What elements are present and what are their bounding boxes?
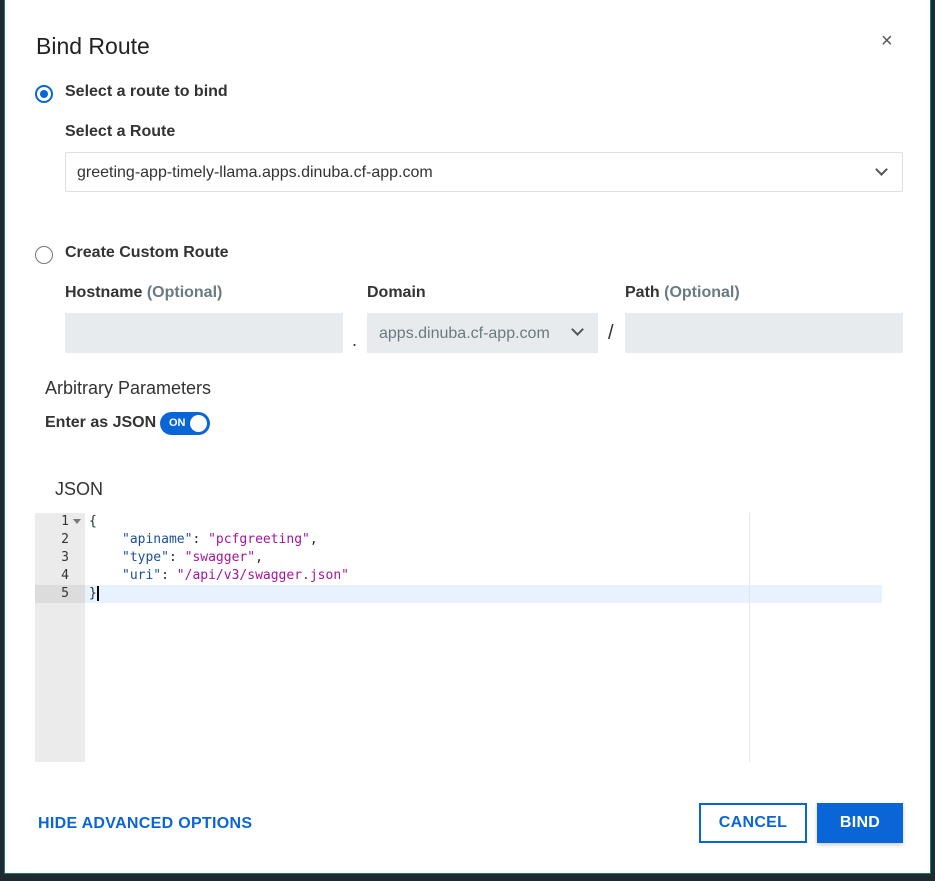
- domain-select[interactable]: apps.dinuba.cf-app.com: [367, 313, 598, 353]
- custom-route-radio[interactable]: [35, 246, 53, 264]
- route-select[interactable]: greeting-app-timely-llama.apps.dinuba.cf…: [65, 152, 903, 192]
- close-icon[interactable]: ×: [881, 30, 893, 53]
- line-number: 1: [61, 514, 69, 529]
- hostname-label: Hostname (Optional): [65, 284, 223, 301]
- code-line: "uri": "/api/v3/swagger.json": [122, 568, 349, 583]
- json-toggle[interactable]: ON: [160, 412, 210, 435]
- cancel-button[interactable]: CANCEL: [699, 803, 807, 843]
- domain-label: Domain: [367, 284, 426, 301]
- chevron-down-icon: [571, 323, 584, 336]
- fold-icon[interactable]: [73, 519, 81, 528]
- json-editor[interactable]: 1 2 3 4 5 { "apiname": "pcfgreeting", "t…: [35, 513, 885, 762]
- json-label: JSON: [55, 479, 104, 499]
- hide-advanced-options-link[interactable]: HIDE ADVANCED OPTIONS: [38, 815, 252, 833]
- route-select-value: greeting-app-timely-llama.apps.dinuba.cf…: [77, 164, 433, 181]
- select-route-radio[interactable]: [35, 85, 53, 103]
- slash-separator: /: [608, 322, 614, 344]
- path-input[interactable]: [625, 313, 903, 353]
- text-cursor: [96, 586, 99, 601]
- select-route-radio-label: Select a route to bind: [65, 83, 228, 100]
- toggle-state: ON: [169, 417, 186, 429]
- custom-route-radio-label: Create Custom Route: [65, 244, 229, 261]
- select-route-label: Select a Route: [65, 123, 176, 140]
- json-toggle-label: Enter as JSON: [45, 414, 157, 431]
- bind-button[interactable]: BIND: [817, 803, 903, 843]
- code-line: {: [89, 514, 97, 529]
- code-line: }: [89, 586, 99, 601]
- print-margin: [749, 513, 750, 762]
- arbitrary-params-heading: Arbitrary Parameters: [45, 378, 212, 398]
- line-number: 4: [61, 568, 69, 583]
- code-line: "apiname": "pcfgreeting",: [122, 532, 318, 547]
- dot-separator: .: [352, 330, 358, 350]
- bind-route-dialog: Bind Route × Select a route to bind Sele…: [4, 0, 931, 874]
- line-number: 5: [61, 586, 69, 601]
- line-number: 2: [61, 532, 69, 547]
- chevron-down-icon: [875, 163, 888, 176]
- active-line: [85, 585, 882, 603]
- code-line: "type": "swagger",: [122, 550, 263, 565]
- line-number: 3: [61, 550, 69, 565]
- hostname-input[interactable]: [65, 313, 343, 353]
- path-label: Path (Optional): [625, 284, 740, 301]
- domain-select-value: apps.dinuba.cf-app.com: [379, 325, 550, 342]
- dialog-title: Bind Route: [36, 33, 150, 59]
